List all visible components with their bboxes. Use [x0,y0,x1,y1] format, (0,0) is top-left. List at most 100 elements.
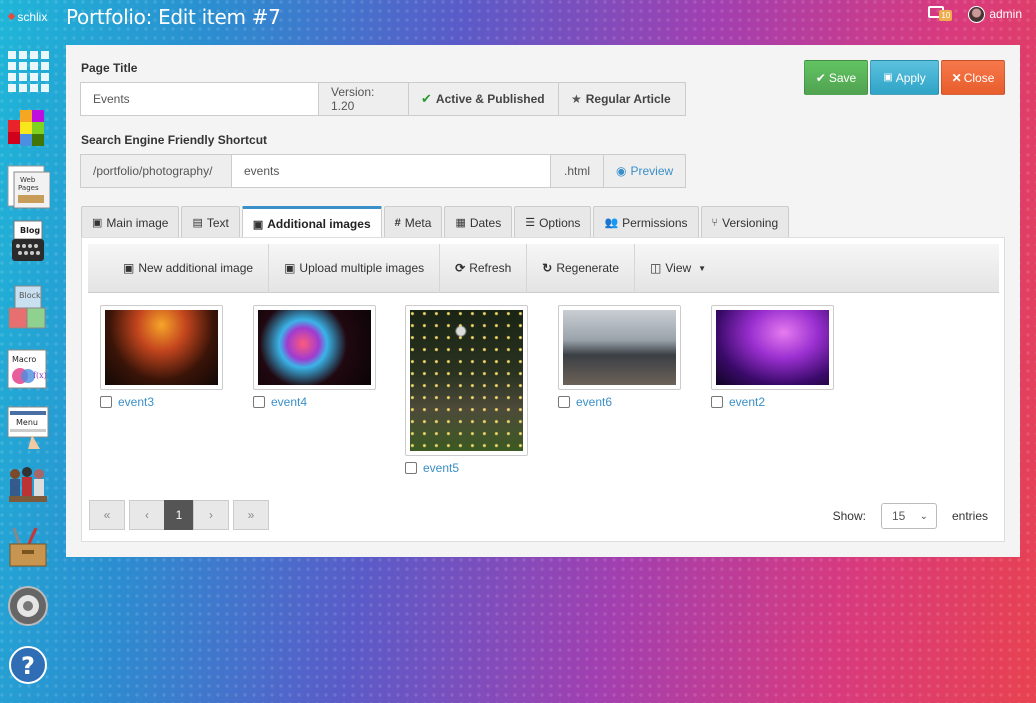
status-toggle[interactable]: ✔ Active & Published [408,82,559,116]
close-button[interactable]: ✕ Close [941,60,1005,95]
image-thumbnail[interactable] [711,305,834,390]
svg-text:f(x): f(x) [33,371,47,380]
street-crowd-photo [410,310,523,451]
entries-value: 15 [891,509,906,523]
image-thumbnail[interactable] [558,305,681,390]
next-page-button[interactable]: › [193,500,229,530]
notification-count: 10 [939,10,953,21]
menu-icon[interactable]: Menu [4,402,52,453]
images-icon: ▣ [284,261,296,275]
new-image-label: New additional image [138,261,254,275]
macro-icon[interactable]: Macro f(x) [4,342,52,397]
page-title-input[interactable]: Events [80,82,319,116]
image-name-link[interactable]: event5 [423,461,459,475]
brand-mark-icon: ◆ [7,11,16,22]
shortcut-prefix: /portfolio/photography/ [80,154,232,188]
purple-concert-photo [716,310,829,385]
view-label: View [665,261,692,275]
new-image-button[interactable]: ▣ New additional image [108,243,270,293]
regenerate-button[interactable]: ↻ Regenerate [527,243,636,293]
current-page[interactable]: 1 [164,500,194,530]
blog-icon[interactable]: Blog [4,217,52,272]
tab-label: Additional images [267,217,371,231]
image-name-link[interactable]: event2 [729,395,765,409]
tab-label: Versioning [722,215,779,230]
tab-options[interactable]: ☰ Options [514,206,592,238]
image-name-link[interactable]: event6 [576,395,612,409]
refresh-button[interactable]: ⟳ Refresh [440,243,528,293]
view-dropdown[interactable]: ◫ View ▼ [635,244,721,293]
users-icon[interactable] [4,459,52,514]
first-page-button[interactable]: « [89,500,125,530]
block-icon[interactable]: Block [4,277,52,335]
users-icon: 👥 [604,217,619,229]
entries-select[interactable]: 15 ⌄ [880,503,937,529]
tab-additional-images[interactable]: ▣ Additional images [241,206,382,239]
image-caption: event3 [100,395,154,409]
apply-label: Apply [895,70,926,85]
settings-icon[interactable] [4,580,52,633]
color-blocks-icon[interactable] [4,104,52,157]
tab-label: Options [539,215,581,230]
apply-button[interactable]: ▣ Apply [870,60,939,95]
apps-grid-icon[interactable] [4,47,52,96]
image-caption: event5 [405,461,459,475]
brand-name: schlix [17,9,48,24]
eye-icon: ◉ [616,164,627,178]
article-type-text: Regular Article [585,92,671,106]
user-menu[interactable]: admin [968,5,1022,23]
shortcut-suffix: .html [550,154,604,188]
article-type-toggle[interactable]: ★ Regular Article [558,82,686,116]
tab-bar: ▣ Main image ▤ Text ▣ Additional images … [81,206,791,239]
refresh-label: Refresh [469,261,512,275]
image-icon: ▣ [92,217,103,229]
image-name-link[interactable]: event3 [118,395,154,409]
hash-icon: # [394,216,401,229]
tab-versioning[interactable]: ⑂ Versioning [700,206,790,238]
select-checkbox[interactable] [405,462,417,474]
image-thumbnail[interactable] [253,305,376,390]
top-right-area: 10 admin [928,5,1022,23]
tab-permissions[interactable]: 👥 Permissions [593,206,699,238]
svg-text:Blog: Blog [20,226,40,235]
last-page-button[interactable]: » [233,500,269,530]
preview-button[interactable]: ◉ Preview [603,154,686,188]
regenerate-icon: ↻ [542,261,553,275]
help-icon[interactable]: ? [4,638,52,691]
brand-logo[interactable]: ◆ schlix [0,0,55,33]
svg-text:?: ? [21,652,35,680]
sliders-icon: ☰ [525,217,536,229]
image-thumbnail[interactable] [100,305,223,390]
check-icon: ✔ [815,70,826,85]
tab-main-image[interactable]: ▣ Main image [81,206,180,238]
branch-icon: ⑂ [711,216,719,229]
upload-multiple-button[interactable]: ▣ Upload multiple images [269,243,441,293]
notifications-button[interactable]: 10 [928,5,953,23]
shortcut-input[interactable]: events [231,154,551,188]
people-viewpoint-photo [563,310,676,385]
user-name: admin [989,7,1022,21]
select-checkbox[interactable] [558,396,570,408]
close-label: Close [963,70,995,85]
tab-text[interactable]: ▤ Text [181,206,240,238]
page-heading: Portfolio: Edit item #7 [66,4,281,29]
image-toolbar: ▣ New additional image ▣ Upload multiple… [88,243,999,293]
page-title-label: Page Title [81,61,138,75]
select-checkbox[interactable] [253,396,265,408]
status-text: Active & Published [435,92,545,106]
select-checkbox[interactable] [100,396,112,408]
web-pages-icon[interactable]: Web Pages [4,162,52,211]
prev-page-button[interactable]: ‹ [129,500,165,530]
save-button[interactable]: ✔ Save [804,60,868,95]
image-thumbnail[interactable] [405,305,528,456]
tab-dates[interactable]: ▦ Dates [444,206,513,238]
tab-meta[interactable]: # Meta [383,206,443,238]
caret-down-icon: ▼ [698,263,707,273]
chevron-down-icon: ⌄ [919,510,928,522]
svg-text:Web: Web [20,176,36,184]
select-checkbox[interactable] [711,396,723,408]
entries-control: Show: 15 ⌄ entries [833,503,988,529]
toolbox-icon[interactable] [4,519,52,574]
image-name-link[interactable]: event4 [271,395,307,409]
svg-text:Block: Block [19,291,41,300]
